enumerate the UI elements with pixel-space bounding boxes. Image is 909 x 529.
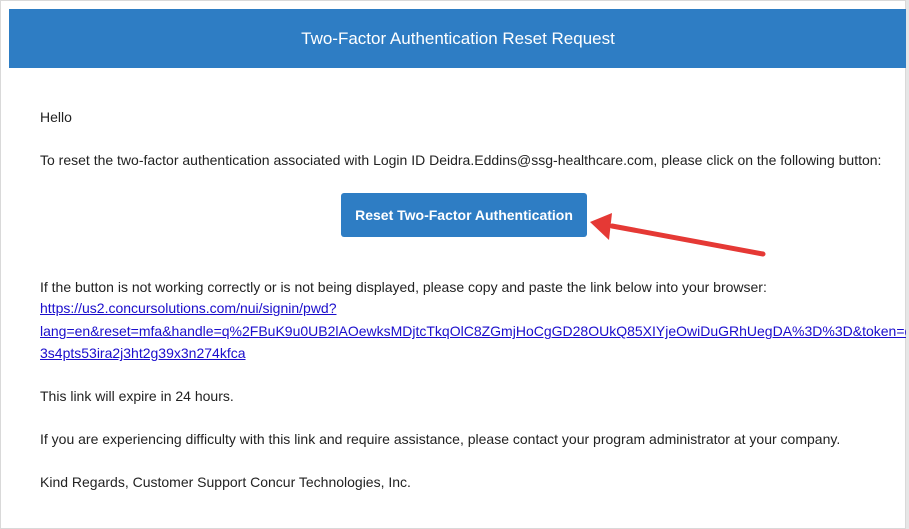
reset-link-line-1[interactable]: https://us2.concursolutions.com/nui/sign… (40, 298, 337, 318)
reset-link-line-3[interactable]: 3s4pts53ira2j3ht2g39x3n274kfca (40, 343, 246, 363)
reset-link-line-2[interactable]: lang=en&reset=mfa&handle=q%2FBuK9u0UB2lA… (40, 321, 909, 341)
expiry-text: This link will expire in 24 hours. (40, 388, 234, 404)
reset-2fa-button[interactable]: Reset Two-Factor Authentication (341, 193, 587, 237)
email-header: Two-Factor Authentication Reset Request (9, 9, 907, 68)
instruction-text: To reset the two-factor authentication a… (40, 152, 882, 168)
email-frame: Two-Factor Authentication Reset Request … (0, 0, 909, 529)
assistance-text: If you are experiencing difficulty with … (40, 431, 841, 447)
fallback-text: If the button is not working correctly o… (40, 279, 767, 295)
greeting-text: Hello (40, 109, 72, 125)
header-title: Two-Factor Authentication Reset Request (301, 28, 615, 48)
signoff-text: Kind Regards, Customer Support Concur Te… (40, 474, 411, 490)
